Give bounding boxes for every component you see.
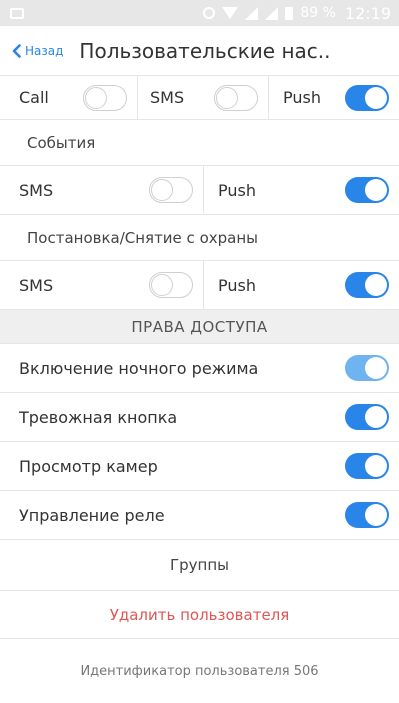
camera-view-toggle[interactable] (345, 453, 389, 479)
relay-control-toggle[interactable] (345, 502, 389, 528)
arming-push-cell: Push (203, 261, 399, 309)
arming-section-row: Постановка/Снятие с охраны (0, 215, 399, 261)
status-bar: 89 % 12:19 (0, 0, 399, 26)
access-rights-header: ПРАВА ДОСТУПА (0, 310, 399, 344)
call-toggle[interactable] (83, 84, 127, 111)
delete-user-button[interactable]: Удалить пользователя (0, 591, 399, 639)
signal-icon-2 (265, 6, 279, 20)
arming-sms-toggle[interactable] (149, 272, 193, 298)
battery-percent: 89 % (300, 5, 336, 21)
signal-icon (245, 6, 259, 20)
clock: 12:19 (344, 3, 391, 23)
arming-push-toggle[interactable] (345, 272, 389, 298)
night-mode-toggle[interactable] (345, 355, 389, 381)
arming-sms-cell: SMS (0, 261, 203, 309)
back-label: Назад (25, 43, 64, 58)
alarm-icon (203, 7, 216, 19)
events-push-label: Push (218, 180, 256, 200)
nav-header: Назад Пользовательские нас.. (0, 26, 399, 76)
battery-icon (285, 6, 294, 20)
events-channels-row: SMS Push (0, 166, 399, 215)
notify-channels-row: Call SMS Push (0, 76, 399, 120)
relay-control-row: Управление реле (0, 491, 399, 540)
panic-button-row: Тревожная кнопка (0, 393, 399, 442)
chevron-left-icon (12, 43, 21, 58)
user-id-label: Идентификатор пользователя 506 (80, 663, 319, 679)
push-cell: Push (268, 76, 399, 119)
notification-image-icon (10, 7, 24, 19)
events-push-toggle[interactable] (345, 177, 389, 203)
night-mode-row: Включение ночного режима (0, 344, 399, 393)
events-sms-cell: SMS (0, 166, 203, 214)
arming-channels-row: SMS Push (0, 261, 399, 310)
events-sms-toggle[interactable] (149, 177, 193, 203)
arming-sms-label: SMS (19, 275, 54, 295)
events-section-row: События (0, 120, 399, 166)
panic-button-label: Тревожная кнопка (19, 407, 178, 427)
page-title: Пользовательские нас.. (79, 38, 331, 63)
events-sms-label: SMS (19, 180, 54, 200)
push-toggle[interactable] (345, 84, 389, 111)
arming-label: Постановка/Снятие с охраны (27, 228, 258, 247)
arming-push-label: Push (218, 275, 256, 295)
events-label: События (27, 133, 96, 152)
wifi-icon (222, 7, 239, 19)
camera-view-label: Просмотр камер (19, 456, 158, 476)
camera-view-row: Просмотр камер (0, 442, 399, 491)
relay-control-label: Управление реле (19, 505, 165, 525)
back-button[interactable]: Назад (12, 44, 63, 58)
call-cell: Call (0, 76, 137, 119)
sms-toggle[interactable] (214, 84, 258, 111)
groups-button[interactable]: Группы (0, 540, 399, 591)
call-label: Call (19, 88, 49, 107)
events-push-cell: Push (203, 166, 399, 214)
night-mode-label: Включение ночного режима (19, 358, 259, 378)
panic-button-toggle[interactable] (345, 404, 389, 430)
push-label: Push (283, 88, 321, 107)
sms-label: SMS (150, 88, 185, 107)
sms-cell: SMS (137, 76, 268, 119)
